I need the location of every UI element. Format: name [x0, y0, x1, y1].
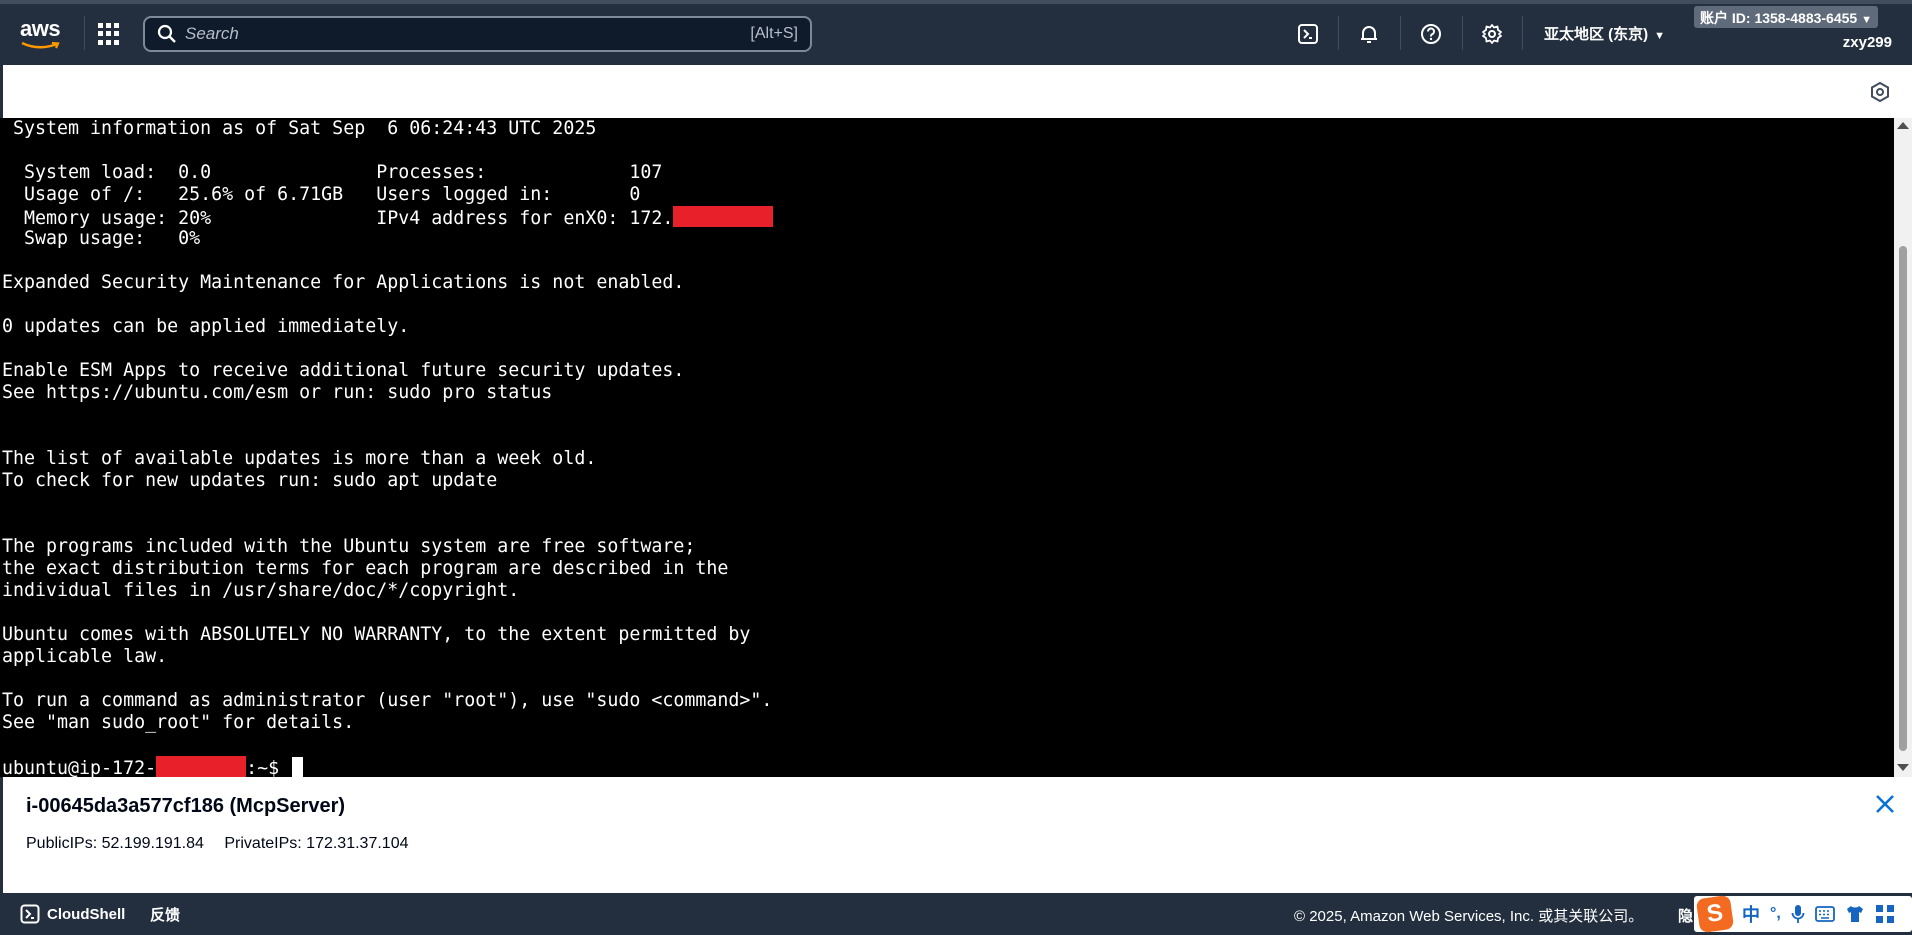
terminal-line: System load: 0.0 Processes: 107: [2, 162, 663, 183]
session-toolbar: [0, 65, 1912, 118]
keyboard-icon[interactable]: [1814, 906, 1835, 922]
caret-down-icon: ▼: [1861, 14, 1872, 26]
terminal-line: Usage of /: 25.6% of 6.71GB Users logged…: [2, 184, 641, 205]
footer: CloudShell 反馈 © 2025, Amazon Web Service…: [0, 893, 1912, 935]
search-icon: [157, 24, 176, 43]
hex-icon[interactable]: [1870, 82, 1890, 102]
cloudshell-icon: [20, 904, 40, 924]
redacted-ip: [673, 206, 774, 227]
nav-divider: [1462, 16, 1463, 50]
nav-divider: [1400, 16, 1401, 50]
terminal-line: To run a command as administrator (user …: [2, 690, 773, 711]
terminal[interactable]: System information as of Sat Sep 6 06:24…: [0, 118, 1912, 777]
terminal-line: Enable ESM Apps to receive additional fu…: [2, 360, 685, 381]
instance-ips: PublicIPs: 52.199.191.84 PrivateIPs: 172…: [26, 835, 408, 853]
terminal-line: See "man sudo_root" for details.: [2, 712, 355, 733]
microphone-icon[interactable]: [1791, 904, 1805, 924]
terminal-prompt[interactable]: ubuntu@ip-172-:~$: [2, 756, 1892, 777]
nav-divider: [84, 16, 85, 50]
nav-divider: [1522, 16, 1523, 50]
terminal-line: System information as of Sat Sep 6 06:24…: [2, 118, 597, 139]
private-ips: PrivateIPs: 172.31.37.104: [224, 835, 409, 852]
ime-logo-icon[interactable]: S: [1695, 894, 1735, 934]
terminal-line: 0 updates can be applied immediately.: [2, 316, 410, 337]
apps-grid-icon[interactable]: [98, 23, 120, 45]
nav-divider: [1338, 16, 1339, 50]
cloudshell-label: CloudShell: [47, 905, 126, 923]
skin-icon[interactable]: [1845, 905, 1865, 923]
ime-punctuation[interactable]: °,: [1770, 905, 1781, 923]
terminal-line: The list of available updates is more th…: [2, 448, 597, 469]
cloudshell-icon[interactable]: [1294, 20, 1322, 48]
terminal-line: Memory usage: 20% IPv4 address for enX0:…: [2, 206, 1892, 229]
copyright: © 2025, Amazon Web Services, Inc. 或其关联公司…: [1294, 908, 1644, 925]
region-label: 亚太地区 (东京): [1544, 26, 1649, 43]
region-selector[interactable]: 亚太地区 (东京) ▼: [1544, 23, 1665, 44]
terminal-line: See https://ubuntu.com/esm or run: sudo …: [2, 382, 553, 403]
feedback-link[interactable]: 反馈: [150, 904, 180, 925]
scroll-down-icon[interactable]: [1897, 764, 1909, 771]
aws-smile-icon: [21, 42, 60, 49]
instance-title: i-00645da3a577cf186 (McpServer): [26, 795, 346, 817]
terminal-output: System information as of Sat Sep 6 06:24…: [2, 118, 1892, 777]
public-ips: PublicIPs: 52.199.191.84: [26, 835, 204, 852]
username[interactable]: zxy299: [1843, 34, 1892, 51]
ime-language[interactable]: 中: [1742, 901, 1760, 927]
terminal-scrollbar[interactable]: [1894, 118, 1912, 777]
ime-toolbar[interactable]: S 中 °,: [1694, 894, 1912, 934]
search-shortcut: [Alt+S]: [750, 25, 798, 42]
account-id-label: 账户 ID: 1358-4883-6455: [1700, 10, 1858, 26]
terminal-line: Expanded Security Maintenance for Applic…: [2, 272, 685, 293]
terminal-line: The programs included with the Ubuntu sy…: [2, 536, 696, 557]
top-navigation: aws Search [Alt+S] 亚太地区 (东京) ▼ 账户 ID: 135…: [0, 0, 1912, 65]
redacted-host: [156, 756, 247, 777]
caret-down-icon: ▼: [1654, 30, 1666, 42]
terminal-line: To check for new updates run: sudo apt u…: [2, 470, 498, 491]
bell-icon[interactable]: [1355, 20, 1383, 48]
instance-info-panel: i-00645da3a577cf186 (McpServer) PublicIP…: [0, 777, 1912, 893]
scrollbar-thumb[interactable]: [1899, 246, 1907, 751]
terminal-line: the exact distribution terms for each pr…: [2, 558, 729, 579]
terminal-line: individual files in /usr/share/doc/*/cop…: [2, 580, 520, 601]
aws-logo-text: aws: [20, 16, 61, 41]
terminal-cursor: [292, 757, 304, 777]
account-id-badge[interactable]: 账户 ID: 1358-4883-6455 ▼: [1694, 6, 1878, 28]
terminal-line: Ubuntu comes with ABSOLUTELY NO WARRANTY…: [2, 624, 751, 645]
search-input[interactable]: Search: [185, 24, 750, 44]
scroll-up-icon[interactable]: [1897, 122, 1909, 129]
terminal-line: Swap usage: 0%: [2, 228, 201, 249]
privacy-link[interactable]: 隐: [1678, 905, 1693, 926]
close-icon[interactable]: [1874, 793, 1896, 815]
toolbox-icon[interactable]: [1875, 904, 1895, 924]
aws-logo[interactable]: aws: [20, 16, 62, 49]
cloudshell-button[interactable]: CloudShell: [20, 904, 125, 924]
help-icon[interactable]: [1417, 20, 1445, 48]
terminal-line: applicable law.: [2, 646, 168, 667]
search-bar[interactable]: Search [Alt+S]: [143, 16, 812, 52]
settings-icon[interactable]: [1478, 20, 1506, 48]
